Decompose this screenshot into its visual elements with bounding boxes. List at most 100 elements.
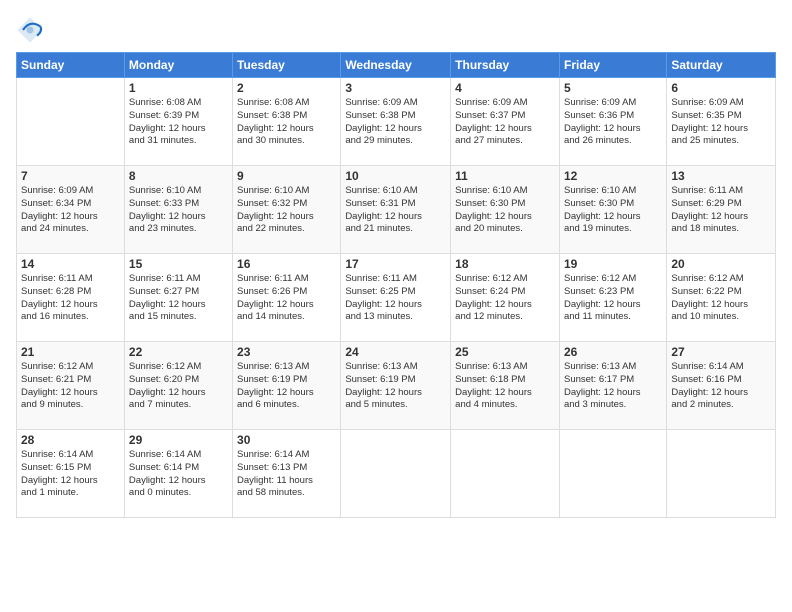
day-number: 16 — [237, 257, 336, 271]
day-number: 14 — [21, 257, 120, 271]
day-info: Sunrise: 6:10 AM Sunset: 6:30 PM Dayligh… — [455, 185, 555, 236]
day-info: Sunrise: 6:13 AM Sunset: 6:17 PM Dayligh… — [564, 361, 662, 412]
day-number: 7 — [21, 169, 120, 183]
logo-icon — [16, 16, 44, 44]
day-info: Sunrise: 6:09 AM Sunset: 6:36 PM Dayligh… — [564, 97, 662, 148]
weekday-header-thursday: Thursday — [451, 53, 560, 78]
day-number: 30 — [237, 433, 336, 447]
day-cell: 12 Sunrise: 6:10 AM Sunset: 6:30 PM Dayli… — [559, 166, 666, 254]
day-info: Sunrise: 6:13 AM Sunset: 6:19 PM Dayligh… — [237, 361, 336, 412]
day-cell: 2Sunrise: 6:08 AM Sunset: 6:38 PM Daylig… — [233, 78, 341, 166]
day-number: 25 — [455, 345, 555, 359]
day-number: 6 — [671, 81, 771, 95]
day-info: Sunrise: 6:10 AM Sunset: 6:32 PM Dayligh… — [237, 185, 336, 236]
day-number: 2 — [237, 81, 336, 95]
day-cell: 1 Sunrise: 6:08 AM Sunset: 6:39 PM Daylig… — [124, 78, 232, 166]
day-cell: 30 Sunrise: 6:14 AM Sunset: 6:13 PM Dayli… — [233, 430, 341, 518]
day-cell: 22Sunrise: 6:12 AM Sunset: 6:20 PM Dayli… — [124, 342, 232, 430]
weekday-header-tuesday: Tuesday — [233, 53, 341, 78]
day-number: 3 — [345, 81, 446, 95]
day-number: 24 — [345, 345, 446, 359]
day-info: Sunrise: 6:11 AM Sunset: 6:25 PM Dayligh… — [345, 273, 446, 324]
day-number: 9 — [237, 169, 336, 183]
day-number: 18 — [455, 257, 555, 271]
calendar-table: SundayMondayTuesdayWednesdayThursdayFrid… — [16, 52, 776, 518]
day-number: 15 — [129, 257, 228, 271]
weekday-header-friday: Friday — [559, 53, 666, 78]
day-number: 29 — [129, 433, 228, 447]
day-cell: 8 Sunrise: 6:10 AM Sunset: 6:33 PM Daylig… — [124, 166, 232, 254]
day-info: Sunrise: 6:12 AM Sunset: 6:24 PM Dayligh… — [455, 273, 555, 324]
day-info: Sunrise: 6:13 AM Sunset: 6:19 PM Dayligh… — [345, 361, 446, 412]
day-info: Sunrise: 6:09 AM Sunset: 6:37 PM Dayligh… — [455, 97, 555, 148]
day-cell: 14Sunrise: 6:11 AM Sunset: 6:28 PM Dayli… — [17, 254, 125, 342]
day-cell: 5 Sunrise: 6:09 AM Sunset: 6:36 PM Daylig… — [559, 78, 666, 166]
day-number: 10 — [345, 169, 446, 183]
day-number: 23 — [237, 345, 336, 359]
day-cell: 17 Sunrise: 6:11 AM Sunset: 6:25 PM Dayli… — [341, 254, 451, 342]
day-number: 20 — [671, 257, 771, 271]
day-cell: 19 Sunrise: 6:12 AM Sunset: 6:23 PM Dayli… — [559, 254, 666, 342]
day-cell: 10 Sunrise: 6:10 AM Sunset: 6:31 PM Dayli… — [341, 166, 451, 254]
day-info: Sunrise: 6:08 AM Sunset: 6:39 PM Dayligh… — [129, 97, 228, 148]
day-cell: 7 Sunrise: 6:09 AM Sunset: 6:34 PM Daylig… — [17, 166, 125, 254]
day-info: Sunrise: 6:14 AM Sunset: 6:16 PM Dayligh… — [671, 361, 771, 412]
weekday-header-row: SundayMondayTuesdayWednesdayThursdayFrid… — [17, 53, 776, 78]
day-number: 8 — [129, 169, 228, 183]
weekday-header-sunday: Sunday — [17, 53, 125, 78]
day-cell: 6 Sunrise: 6:09 AM Sunset: 6:35 PM Daylig… — [667, 78, 776, 166]
day-cell: 4Sunrise: 6:09 AM Sunset: 6:37 PM Daylig… — [451, 78, 560, 166]
week-row-1: 7 Sunrise: 6:09 AM Sunset: 6:34 PM Daylig… — [17, 166, 776, 254]
day-cell: 11Sunrise: 6:10 AM Sunset: 6:30 PM Dayli… — [451, 166, 560, 254]
day-number: 1 — [129, 81, 228, 95]
week-row-4: 28 Sunrise: 6:14 AM Sunset: 6:15 PM Dayli… — [17, 430, 776, 518]
day-info: Sunrise: 6:12 AM Sunset: 6:22 PM Dayligh… — [671, 273, 771, 324]
day-number: 19 — [564, 257, 662, 271]
day-cell: 24 Sunrise: 6:13 AM Sunset: 6:19 PM Dayli… — [341, 342, 451, 430]
day-number: 28 — [21, 433, 120, 447]
day-number: 17 — [345, 257, 446, 271]
day-cell: 21Sunrise: 6:12 AM Sunset: 6:21 PM Dayli… — [17, 342, 125, 430]
day-info: Sunrise: 6:11 AM Sunset: 6:29 PM Dayligh… — [671, 185, 771, 236]
day-info: Sunrise: 6:10 AM Sunset: 6:31 PM Dayligh… — [345, 185, 446, 236]
day-number: 5 — [564, 81, 662, 95]
week-row-2: 14Sunrise: 6:11 AM Sunset: 6:28 PM Dayli… — [17, 254, 776, 342]
day-cell: 15 Sunrise: 6:11 AM Sunset: 6:27 PM Dayli… — [124, 254, 232, 342]
day-number: 26 — [564, 345, 662, 359]
header — [16, 12, 776, 44]
day-info: Sunrise: 6:13 AM Sunset: 6:18 PM Dayligh… — [455, 361, 555, 412]
day-info: Sunrise: 6:11 AM Sunset: 6:27 PM Dayligh… — [129, 273, 228, 324]
day-info: Sunrise: 6:12 AM Sunset: 6:23 PM Dayligh… — [564, 273, 662, 324]
day-info: Sunrise: 6:09 AM Sunset: 6:38 PM Dayligh… — [345, 97, 446, 148]
weekday-header-monday: Monday — [124, 53, 232, 78]
day-cell: 16 Sunrise: 6:11 AM Sunset: 6:26 PM Dayli… — [233, 254, 341, 342]
day-info: Sunrise: 6:12 AM Sunset: 6:20 PM Dayligh… — [129, 361, 228, 412]
day-number: 13 — [671, 169, 771, 183]
weekday-header-wednesday: Wednesday — [341, 53, 451, 78]
day-number: 21 — [21, 345, 120, 359]
page: SundayMondayTuesdayWednesdayThursdayFrid… — [0, 0, 792, 612]
week-row-3: 21Sunrise: 6:12 AM Sunset: 6:21 PM Dayli… — [17, 342, 776, 430]
day-info: Sunrise: 6:14 AM Sunset: 6:15 PM Dayligh… — [21, 449, 120, 500]
weekday-header-saturday: Saturday — [667, 53, 776, 78]
day-info: Sunrise: 6:11 AM Sunset: 6:26 PM Dayligh… — [237, 273, 336, 324]
day-cell: 23 Sunrise: 6:13 AM Sunset: 6:19 PM Dayli… — [233, 342, 341, 430]
day-cell — [559, 430, 666, 518]
day-cell: 25 Sunrise: 6:13 AM Sunset: 6:18 PM Dayli… — [451, 342, 560, 430]
day-info: Sunrise: 6:09 AM Sunset: 6:34 PM Dayligh… — [21, 185, 120, 236]
day-number: 12 — [564, 169, 662, 183]
day-number: 27 — [671, 345, 771, 359]
day-cell: 3 Sunrise: 6:09 AM Sunset: 6:38 PM Daylig… — [341, 78, 451, 166]
day-cell: 29Sunrise: 6:14 AM Sunset: 6:14 PM Dayli… — [124, 430, 232, 518]
day-cell — [17, 78, 125, 166]
day-info: Sunrise: 6:14 AM Sunset: 6:13 PM Dayligh… — [237, 449, 336, 500]
day-cell: 28 Sunrise: 6:14 AM Sunset: 6:15 PM Dayli… — [17, 430, 125, 518]
day-info: Sunrise: 6:10 AM Sunset: 6:30 PM Dayligh… — [564, 185, 662, 236]
day-cell — [341, 430, 451, 518]
logo — [16, 16, 48, 44]
day-info: Sunrise: 6:10 AM Sunset: 6:33 PM Dayligh… — [129, 185, 228, 236]
day-cell: 13 Sunrise: 6:11 AM Sunset: 6:29 PM Dayli… — [667, 166, 776, 254]
day-info: Sunrise: 6:09 AM Sunset: 6:35 PM Dayligh… — [671, 97, 771, 148]
day-cell: 20 Sunrise: 6:12 AM Sunset: 6:22 PM Dayli… — [667, 254, 776, 342]
day-cell: 18 Sunrise: 6:12 AM Sunset: 6:24 PM Dayli… — [451, 254, 560, 342]
